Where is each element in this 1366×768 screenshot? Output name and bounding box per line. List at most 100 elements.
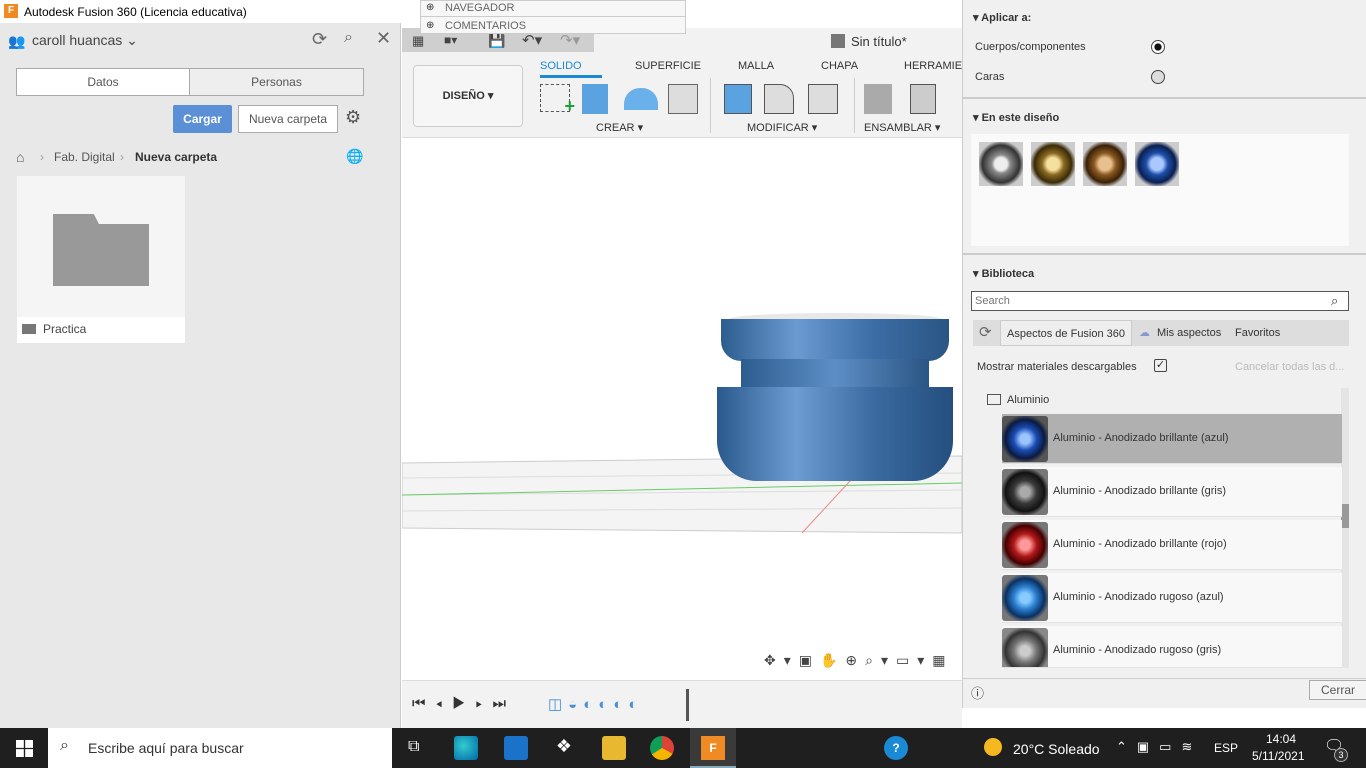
design-appearance-3[interactable] <box>1083 142 1127 186</box>
material-item[interactable]: Aluminio - Anodizado brillante (gris) <box>1002 467 1342 517</box>
material-item[interactable]: Aluminio - Anodizado rugoso (gris) <box>1002 626 1342 668</box>
tab-favorites[interactable]: Favoritos <box>1229 320 1286 346</box>
tab-chapa[interactable]: CHAPA <box>821 60 858 72</box>
shell-icon[interactable] <box>808 84 838 114</box>
extrude-icon[interactable] <box>582 84 608 114</box>
new-component-icon[interactable] <box>864 84 892 114</box>
user-name: caroll huancas <box>32 32 123 48</box>
modify-menu[interactable]: MODIFICAR ▾ <box>747 121 817 134</box>
design-appearance-4[interactable] <box>1135 142 1179 186</box>
tab-datos[interactable]: Datos <box>16 68 190 96</box>
add-comment-icon[interactable]: ⊕ <box>426 20 434 31</box>
create-sketch-icon[interactable]: + <box>540 84 575 116</box>
menu-comentarios[interactable]: COMENTARIOS <box>445 20 526 32</box>
navigation-bar[interactable]: ✥▾▣✋⊕⌕▾▭▾▦ <box>764 652 954 669</box>
radio-faces[interactable] <box>1151 70 1165 84</box>
fusion-taskbar-button[interactable]: F <box>690 728 736 768</box>
breadcrumb-separator: › <box>40 150 44 164</box>
tab-herramientas[interactable]: HERRAMIEN <box>904 60 970 72</box>
material-label: Aluminio - Anodizado brillante (azul) <box>1053 432 1229 444</box>
breadcrumb-fab-digital[interactable]: Fab. Digital <box>54 150 115 164</box>
windows-start-icon[interactable] <box>16 740 33 757</box>
refresh-icon[interactable]: ⟳ <box>973 320 998 346</box>
timeline-controls[interactable]: ⏮◂▶▸⏭ <box>412 695 516 712</box>
revolve-icon[interactable] <box>624 88 658 110</box>
folder-card[interactable]: Practica <box>17 176 185 343</box>
apply-to-header[interactable]: ▾ Aplicar a: <box>973 11 1031 24</box>
material-swatch <box>1002 469 1048 515</box>
apps-grid-icon[interactable]: ▦ <box>412 33 424 49</box>
clock-date[interactable]: 5/11/2021 <box>1252 749 1305 763</box>
library-search-input[interactable] <box>971 291 1349 311</box>
user-dropdown[interactable]: caroll huancas ⌄ <box>32 32 138 49</box>
tab-fusion-appearances[interactable]: Aspectos de Fusion 360 <box>1000 320 1133 346</box>
doc-title: Sin título* <box>851 34 907 49</box>
press-pull-icon[interactable] <box>724 84 752 114</box>
tab-superficie[interactable]: SUPERFICIE <box>635 60 701 72</box>
notification-count: 3 <box>1334 748 1348 762</box>
show-downloadable-checkbox[interactable]: ✓ <box>1154 359 1167 372</box>
tab-malla[interactable]: MALLA <box>738 60 774 72</box>
material-swatch <box>1002 416 1048 462</box>
taskbar: ⌕ Escribe aquí para buscar ⧉ ❖ F ? 20°C … <box>0 728 1366 768</box>
in-design-header[interactable]: ▾ En este diseño <box>973 111 1059 124</box>
file-icon[interactable]: ■▾ <box>444 33 457 47</box>
mail-icon[interactable] <box>504 736 528 760</box>
tray-icons[interactable]: ⌃▣▭≋ <box>1116 739 1202 755</box>
scrollbar-thumb[interactable] <box>1341 504 1349 528</box>
option-bodies-label: Cuerpos/componentes <box>975 41 1086 53</box>
weather-text[interactable]: 20°C Soleado <box>1013 741 1100 757</box>
cancel-all-link[interactable]: Cancelar todas las d... <box>1235 361 1344 373</box>
scrollbar[interactable] <box>1341 388 1349 668</box>
chrome-icon[interactable] <box>650 736 674 760</box>
radio-bodies[interactable] <box>1151 40 1165 54</box>
clock-time[interactable]: 14:04 <box>1266 732 1296 746</box>
material-item[interactable]: Aluminio - Anodizado rugoso (azul) <box>1002 573 1342 623</box>
material-item[interactable]: Aluminio - Anodizado brillante (azul) <box>1002 414 1342 464</box>
material-label: Aluminio - Anodizado rugoso (gris) <box>1053 644 1222 656</box>
tab-solido[interactable]: SOLIDO <box>540 60 582 72</box>
save-icon[interactable]: 💾 <box>488 32 505 49</box>
timeline-features[interactable]: ◫◒◐◐◐◐ <box>548 695 643 713</box>
upload-button[interactable]: Cargar <box>173 105 232 133</box>
design-appearance-2[interactable] <box>1031 142 1075 186</box>
help-icon[interactable]: ? <box>884 736 908 760</box>
gear-icon[interactable]: ⚙ <box>345 107 361 128</box>
joint-icon[interactable] <box>910 84 936 114</box>
workspace-dropdown[interactable]: DISEÑO ▾ <box>413 65 523 127</box>
design-appearance-1[interactable] <box>979 142 1023 186</box>
info-icon[interactable]: ⓘ <box>971 683 984 702</box>
library-header[interactable]: ▾ Biblioteca <box>973 267 1034 280</box>
3d-viewport[interactable]: ✥▾▣✋⊕⌕▾▭▾▦ <box>402 138 962 680</box>
hole-icon[interactable] <box>668 84 698 114</box>
create-menu[interactable]: CREAR ▾ <box>596 121 643 134</box>
close-button[interactable]: Cerrar <box>1309 680 1366 700</box>
search-icon[interactable]: ⌕ <box>1331 293 1338 309</box>
dropbox-icon[interactable]: ❖ <box>552 736 576 760</box>
search-icon[interactable]: ⌕ <box>344 29 353 47</box>
tab-personas[interactable]: Personas <box>189 68 364 96</box>
close-icon[interactable]: ✕ <box>376 28 391 49</box>
task-view-icon[interactable]: ⧉ <box>408 738 419 756</box>
home-icon[interactable]: ⌂ <box>16 149 24 165</box>
expand-icon[interactable]: ⊕ <box>426 2 434 13</box>
folder-aluminio[interactable]: Aluminio <box>1007 394 1049 406</box>
refresh-icon[interactable]: ⟳ <box>312 29 327 50</box>
file-explorer-icon[interactable] <box>602 736 626 760</box>
language-indicator[interactable]: ESP <box>1214 741 1238 755</box>
material-swatch <box>1002 628 1048 667</box>
folder-name: Practica <box>43 322 87 336</box>
globe-icon[interactable]: 🌐 <box>346 148 363 165</box>
tab-my-appearances[interactable]: Mis aspectos <box>1151 320 1227 346</box>
material-item[interactable]: Aluminio - Anodizado brillante (rojo) <box>1002 520 1342 570</box>
fillet-icon[interactable] <box>764 84 794 114</box>
folder-icon <box>987 394 1001 405</box>
edge-icon[interactable] <box>454 736 478 760</box>
menu-navegador[interactable]: NAVEGADOR <box>445 2 514 14</box>
assemble-menu[interactable]: ENSAMBLAR ▾ <box>864 121 940 134</box>
library-tabs: ⟳ Aspectos de Fusion 360 ☁ Mis aspectos … <box>973 320 1349 346</box>
new-folder-button[interactable]: Nueva carpeta <box>238 105 338 133</box>
taskbar-search[interactable]: ⌕ Escribe aquí para buscar <box>48 728 392 768</box>
timeline-marker[interactable] <box>686 689 689 721</box>
folder-small-icon <box>22 324 36 334</box>
